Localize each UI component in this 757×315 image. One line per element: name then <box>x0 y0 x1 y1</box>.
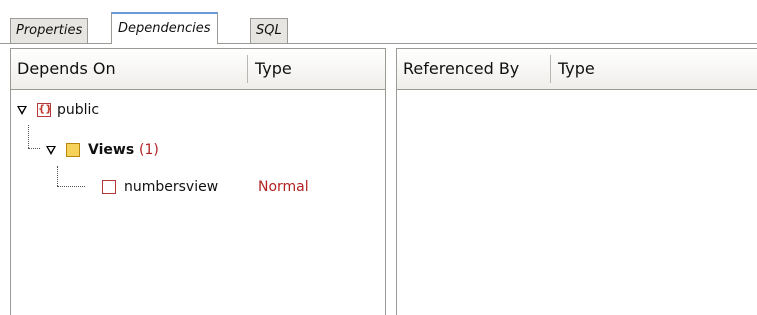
tree-row-views-group[interactable]: Views (1) <box>11 138 371 162</box>
tree-row-view-item[interactable]: numbersview Normal <box>11 175 371 199</box>
referenced-by-header: Referenced By Type <box>397 49 757 90</box>
schema-icon: {} <box>37 103 53 117</box>
schema-name: public <box>57 102 100 118</box>
views-group-label: Views <box>88 142 135 158</box>
triangle-down-icon[interactable] <box>46 146 56 155</box>
tab-dependencies[interactable]: Dependencies <box>111 12 218 44</box>
tab-properties[interactable]: Properties <box>10 18 89 43</box>
view-icon <box>102 180 116 194</box>
column-header-type[interactable]: Type <box>249 49 369 89</box>
column-header-referenced-by[interactable]: Referenced By <box>397 49 550 89</box>
views-group-count: (1) <box>139 142 159 158</box>
views-folder-icon <box>66 143 80 157</box>
column-resize-handle[interactable] <box>550 55 551 83</box>
referenced-by-panel: Referenced By Type <box>396 48 757 315</box>
tab-sql[interactable]: SQL <box>250 18 288 43</box>
view-item-type: Normal <box>258 179 309 195</box>
depends-on-panel: Depends On Type {} public Views (1) numb… <box>10 48 386 315</box>
triangle-down-icon[interactable] <box>17 106 27 115</box>
column-header-depends-on[interactable]: Depends On <box>11 49 247 89</box>
dependencies-window: Properties Dependencies SQL Depends On T… <box>0 0 757 315</box>
column-header-type[interactable]: Type <box>552 49 702 89</box>
tree-row-schema[interactable]: {} public <box>11 98 371 122</box>
view-item-name: numbersview <box>124 179 219 195</box>
depends-on-header: Depends On Type <box>11 49 385 90</box>
tab-bar: Properties Dependencies SQL <box>0 0 757 44</box>
column-resize-handle[interactable] <box>247 55 248 83</box>
